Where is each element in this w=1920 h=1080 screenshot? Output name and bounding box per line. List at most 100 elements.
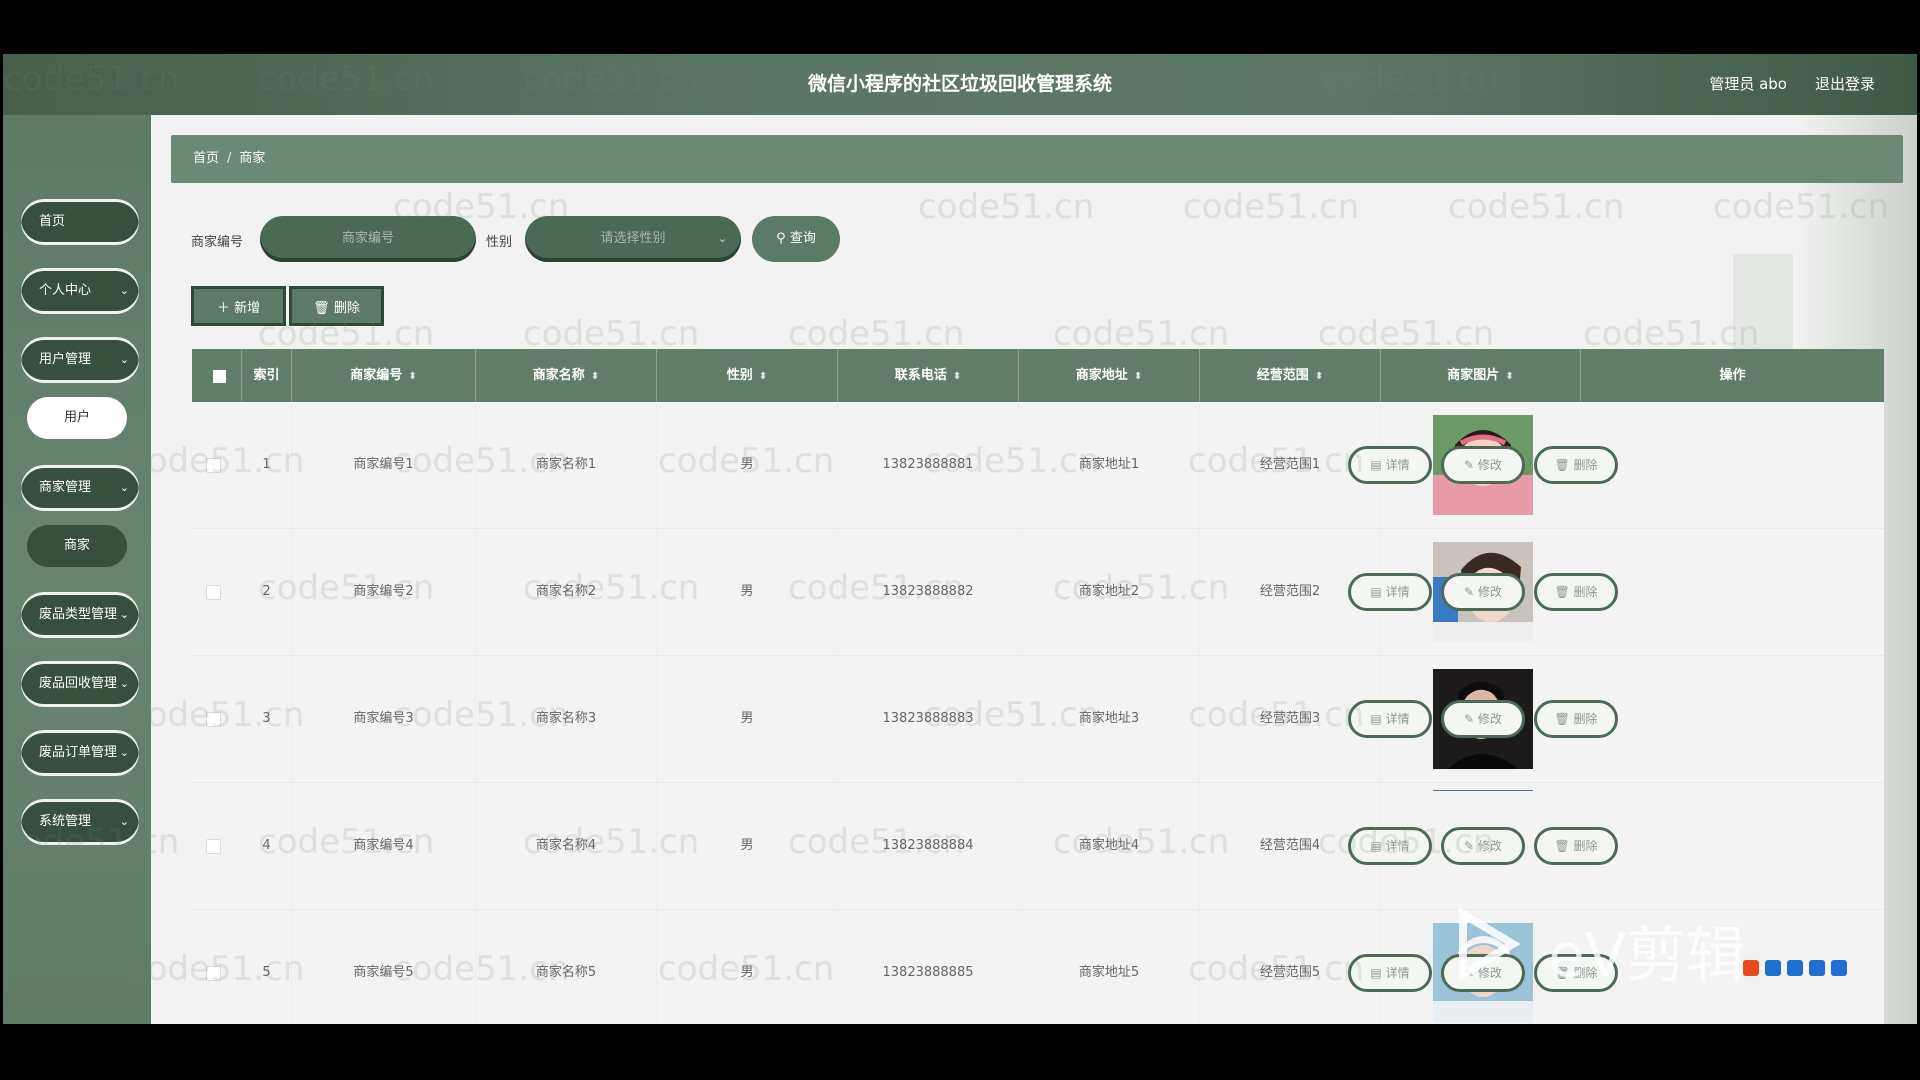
search-button[interactable]: ⚲ 查询 xyxy=(752,216,840,262)
column-header-address[interactable]: 商家地址 ⬍ xyxy=(1019,349,1200,402)
breadcrumb: 首页 / 商家 xyxy=(171,135,1903,183)
trash-icon: 🗑 xyxy=(1554,839,1574,853)
edit-button[interactable]: ✎ 修改 xyxy=(1441,446,1525,484)
sidebar-item-system-management[interactable]: 系统管理 ⌄ xyxy=(21,799,139,845)
sidebar-item-personal-center[interactable]: 个人中心 ⌄ xyxy=(21,268,139,314)
add-button[interactable]: ＋ 新增 xyxy=(191,286,286,326)
detail-button[interactable]: ▤ 详情 xyxy=(1348,446,1432,484)
app-window: 微信小程序的社区垃圾回收管理系统 管理员 abo 退出登录 首页 个人中心 ⌄ … xyxy=(3,54,1917,1024)
row-checkbox[interactable] xyxy=(206,712,221,727)
add-button-label: 新增 xyxy=(234,301,261,316)
sidebar-item-waste-order-management[interactable]: 废品订单管理 ⌄ xyxy=(21,730,139,776)
sidebar-item-merchant-management[interactable]: 商家管理 ⌄ xyxy=(21,465,139,511)
table-row: 4 商家编号4 商家名称4 男 13823888884 商家地址4 经营范围4 … xyxy=(192,783,1884,910)
edit-button[interactable]: ✎ 修改 xyxy=(1441,827,1525,865)
sidebar-item-waste-recycling-management[interactable]: 废品回收管理 ⌄ xyxy=(21,661,139,707)
chevron-down-icon: ⌄ xyxy=(119,677,129,690)
breadcrumb-separator: / xyxy=(227,151,232,166)
cell-gender: 男 xyxy=(657,529,838,655)
row-checkbox[interactable] xyxy=(206,966,221,981)
column-header-image[interactable]: 商家图片 ⬍ xyxy=(1381,349,1581,402)
delete-button[interactable]: 🗑 删除 xyxy=(1534,827,1618,865)
sort-icon[interactable]: ⬍ xyxy=(408,371,416,382)
delete-button-label: 删除 xyxy=(1573,585,1598,599)
detail-button[interactable]: ▤ 详情 xyxy=(1348,700,1432,738)
sidebar-subitem-merchants[interactable]: 商家 xyxy=(27,525,127,567)
detail-button[interactable]: ▤ 详情 xyxy=(1348,573,1432,611)
detail-button[interactable]: ▤ 详情 xyxy=(1348,954,1432,992)
sidebar-item-home[interactable]: 首页 xyxy=(21,199,139,245)
detail-button[interactable]: ▤ 详情 xyxy=(1348,827,1432,865)
delete-button[interactable]: 🗑 删除 xyxy=(1534,954,1618,992)
sidebar-item-user-management[interactable]: 用户管理 ⌄ xyxy=(21,337,139,383)
column-header-scope[interactable]: 经营范围 ⬍ xyxy=(1200,349,1381,402)
shirt-icon[interactable] xyxy=(1809,959,1825,976)
pencil-icon: ✎ xyxy=(1464,966,1478,980)
cell-name: 商家名称2 xyxy=(476,529,657,655)
delete-button[interactable]: 🗑 删除 xyxy=(1534,700,1618,738)
sidebar-subitem-users[interactable]: 用户 xyxy=(27,397,127,439)
detail-button-label: 详情 xyxy=(1385,585,1410,599)
ime-logo-icon[interactable] xyxy=(1743,959,1759,976)
trash-icon: 🗑 xyxy=(1554,966,1574,980)
column-header-gender[interactable]: 性别 ⬍ xyxy=(657,349,838,402)
grid-icon[interactable] xyxy=(1831,959,1847,976)
delete-button-label: 删除 xyxy=(1573,712,1598,726)
delete-button[interactable]: 🗑 删除 xyxy=(1534,446,1618,484)
column-header-code[interactable]: 商家编号 ⬍ xyxy=(292,349,476,402)
sort-icon[interactable]: ⬍ xyxy=(1315,371,1323,382)
watermark: code51.cn xyxy=(1318,314,1495,354)
merchant-photo[interactable] xyxy=(1433,783,1533,791)
select-all-checkbox[interactable] xyxy=(213,370,226,383)
microphone-icon[interactable] xyxy=(1765,959,1781,976)
row-checkbox[interactable] xyxy=(206,839,221,854)
batch-delete-button[interactable]: 🗑 删除 xyxy=(289,286,384,326)
sort-icon[interactable]: ⬍ xyxy=(1505,371,1513,382)
select-all-cell xyxy=(192,349,242,402)
edit-button[interactable]: ✎ 修改 xyxy=(1441,700,1525,738)
cell-gender: 男 xyxy=(657,402,838,528)
pencil-icon: ✎ xyxy=(1464,585,1478,599)
watermark: code51.cn xyxy=(788,314,965,354)
sort-icon[interactable]: ⬍ xyxy=(759,371,767,382)
cell-address: 商家地址2 xyxy=(1019,529,1200,655)
sidebar-item-waste-type-management[interactable]: 废品类型管理 ⌄ xyxy=(21,592,139,638)
column-header-name[interactable]: 商家名称 ⬍ xyxy=(476,349,657,402)
keyboard-icon[interactable] xyxy=(1787,959,1803,976)
watermark: code51.cn xyxy=(1183,187,1360,227)
cell-address: 商家地址3 xyxy=(1019,656,1200,782)
delete-button[interactable]: 🗑 删除 xyxy=(1534,573,1618,611)
top-header: 微信小程序的社区垃圾回收管理系统 管理员 abo 退出登录 xyxy=(3,54,1917,115)
gender-select-placeholder: 请选择性别 xyxy=(600,231,666,246)
merchant-code-input[interactable]: 商家编号 xyxy=(260,216,476,262)
column-header-label: 商家名称 xyxy=(532,368,585,383)
chevron-down-icon: ⌄ xyxy=(119,608,129,621)
delete-button-label: 删除 xyxy=(1573,966,1598,980)
cell-phone: 13823888883 xyxy=(838,656,1019,782)
sort-icon[interactable]: ⬍ xyxy=(591,371,599,382)
row-checkbox[interactable] xyxy=(206,458,221,473)
gender-label: 性别 xyxy=(486,235,513,250)
logout-link[interactable]: 退出登录 xyxy=(1815,54,1875,115)
cell-gender: 男 xyxy=(657,910,838,1024)
cell-index: 4 xyxy=(242,783,292,909)
pencil-icon: ✎ xyxy=(1464,712,1478,726)
breadcrumb-home[interactable]: 首页 xyxy=(193,151,219,166)
column-header-label: 性别 xyxy=(726,368,753,383)
gender-select[interactable]: 请选择性别 ⌄ xyxy=(525,216,741,262)
batch-delete-button-label: 删除 xyxy=(333,301,360,316)
chevron-down-icon: ⌄ xyxy=(717,232,727,245)
sort-icon[interactable]: ⬍ xyxy=(953,371,961,382)
sidebar-item-label: 废品回收管理 xyxy=(39,676,118,691)
document-icon: ▤ xyxy=(1370,585,1386,599)
sidebar-item-label: 用户管理 xyxy=(39,352,92,367)
column-header-phone[interactable]: 联系电话 ⬍ xyxy=(838,349,1019,402)
current-user: 管理员 abo xyxy=(1709,75,1787,93)
sort-icon[interactable]: ⬍ xyxy=(1134,371,1142,382)
edit-button[interactable]: ✎ 修改 xyxy=(1441,954,1525,992)
edit-button[interactable]: ✎ 修改 xyxy=(1441,573,1525,611)
column-header-actions: 操作 xyxy=(1719,368,1746,383)
detail-button-label: 详情 xyxy=(1385,839,1410,853)
trash-icon: 🗑 xyxy=(1554,458,1574,472)
row-checkbox[interactable] xyxy=(206,585,221,600)
